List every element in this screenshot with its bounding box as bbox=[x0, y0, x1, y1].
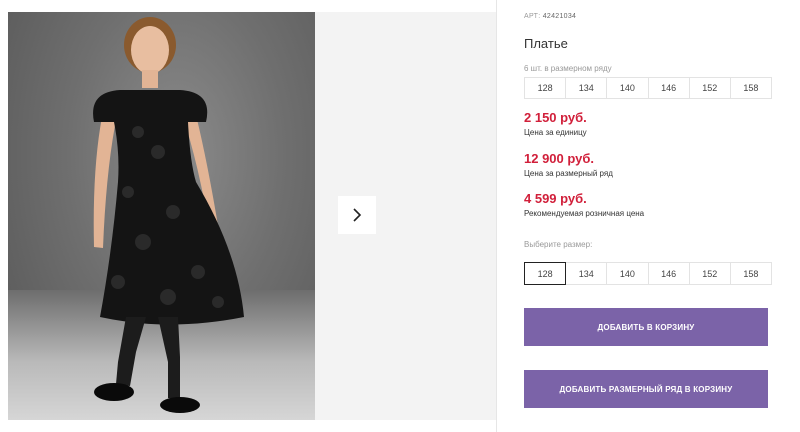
add-pack-to-cart-button[interactable]: ДОБАВИТЬ РАЗМЕРНЫЙ РЯД В КОРЗИНУ bbox=[524, 370, 768, 408]
pack-size-label: 6 шт. в размерном ряду bbox=[524, 64, 612, 73]
unit-price: 2 150 руб. bbox=[524, 110, 587, 125]
sku-value: 42421034 bbox=[542, 13, 577, 20]
product-title: Платье bbox=[524, 36, 568, 51]
pack-size-cell: 146 bbox=[647, 77, 690, 99]
add-to-cart-button[interactable]: ДОБАВИТЬ В КОРЗИНУ bbox=[524, 308, 768, 346]
retail-price-label: Рекомендуемая розничная цена bbox=[524, 209, 645, 218]
chevron-right-icon bbox=[353, 208, 362, 222]
size-option-158[interactable]: 158 bbox=[729, 262, 773, 285]
size-option-140[interactable]: 140 bbox=[606, 262, 649, 285]
panel-divider bbox=[496, 0, 497, 432]
pack-size-cell: 128 bbox=[524, 77, 567, 99]
pack-price-label: Цена за размерный ряд bbox=[524, 169, 613, 178]
retail-price: 4 599 руб. bbox=[524, 191, 587, 206]
pack-price: 12 900 руб. bbox=[524, 151, 595, 166]
size-selector: 128 134 140 146 152 158 bbox=[524, 262, 773, 285]
size-option-152[interactable]: 152 bbox=[688, 262, 731, 285]
size-option-146[interactable]: 146 bbox=[647, 262, 690, 285]
sku-label: АРТ: bbox=[524, 13, 541, 20]
pack-size-cell: 140 bbox=[606, 77, 649, 99]
pack-size-cell: 152 bbox=[688, 77, 731, 99]
pack-size-cell: 134 bbox=[565, 77, 608, 99]
girl-in-black-dress-image bbox=[93, 17, 244, 413]
size-option-128[interactable]: 128 bbox=[524, 262, 567, 285]
pack-size-row: 128 134 140 146 152 158 bbox=[524, 77, 773, 99]
size-option-134[interactable]: 134 bbox=[565, 262, 608, 285]
product-photo bbox=[8, 12, 315, 420]
next-image-button[interactable] bbox=[338, 196, 376, 234]
pack-size-cell: 158 bbox=[729, 77, 773, 99]
choose-size-label: Выберите размер: bbox=[524, 240, 593, 249]
unit-price-label: Цена за единицу bbox=[524, 128, 587, 137]
product-gallery bbox=[0, 0, 497, 432]
sku: АРТ: 42421034 bbox=[524, 13, 576, 20]
